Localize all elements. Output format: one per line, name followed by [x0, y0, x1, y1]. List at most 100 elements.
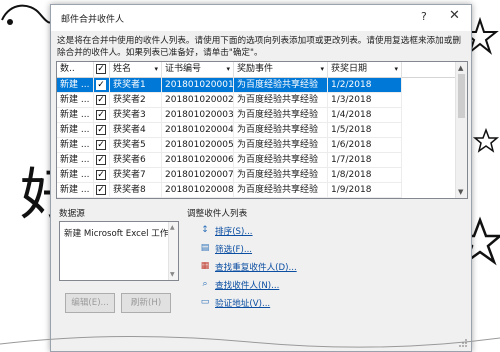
help-button[interactable]: ?	[421, 10, 427, 23]
recipients-table[interactable]: 数.. ✓ 姓名 ▾ 证书编号 ▾ 奖励事件 ▾ 获奖日期 ▾ 新建 ... ✓…	[56, 61, 468, 199]
data-source-list[interactable]: 新建 Microsoft Excel 工作表 ▲ ▼	[59, 221, 179, 281]
link-label[interactable]: 排序(S)...	[215, 225, 253, 237]
column-header-label: 证书编号	[165, 64, 202, 74]
row-checkbox[interactable]: ✓	[96, 125, 106, 135]
table-row[interactable]: 新建 ... ✓ 获奖者3 201801020003 为百度经验共享经验 1/4…	[57, 108, 457, 123]
row-checkbox[interactable]: ✓	[96, 170, 106, 180]
cell-event: 为百度经验共享经验	[234, 183, 328, 198]
cell-date: 1/4/2018	[328, 108, 402, 123]
column-header-checkbox[interactable]: ✓	[94, 62, 110, 78]
decorative-border	[0, 335, 500, 348]
table-row[interactable]: 新建 ... ✓ 获奖者6 201801020006 为百度经验共享经验 1/7…	[57, 153, 457, 168]
column-header-label: 奖励事件	[237, 64, 274, 74]
cell-date: 1/6/2018	[328, 138, 402, 153]
data-source-item[interactable]: 新建 Microsoft Excel 工作表	[64, 227, 168, 239]
cell-name: 获奖者8	[110, 183, 162, 198]
cell-event: 为百度经验共享经验	[234, 108, 328, 123]
chevron-down-icon[interactable]: ▾	[320, 62, 324, 77]
header-checkbox[interactable]: ✓	[96, 64, 106, 74]
scrollbar-thumb[interactable]	[458, 74, 465, 118]
cell-date: 1/8/2018	[328, 168, 402, 183]
table-row[interactable]: 新建 ... ✓ 获奖者8 201801020008 为百度经验共享经验 1/9…	[57, 183, 457, 198]
cell-source: 新建 ...	[57, 153, 94, 168]
column-header-date[interactable]: 获奖日期 ▾	[328, 62, 402, 78]
close-button[interactable]: ✕	[449, 8, 460, 23]
data-source-label: 数据源	[59, 209, 85, 219]
sort-icon: ↕	[201, 225, 209, 235]
table-row[interactable]: 新建 ... ✓ 获奖者5 201801020005 为百度经验共享经验 1/6…	[57, 138, 457, 153]
edit-button[interactable]: 编辑(E)...	[65, 293, 115, 313]
cell-source: 新建 ...	[57, 108, 94, 123]
chevron-down-icon[interactable]: ▾	[394, 62, 398, 77]
column-header-label: 获奖日期	[331, 64, 368, 74]
instructions-text: 这是将在合并中使用的收件人列表。请使用下面的选项向列表添加项或更改列表。请使用复…	[57, 36, 461, 58]
find-recipient-icon: ⌕	[202, 279, 208, 289]
table-vertical-scrollbar[interactable]: ▲ ▼	[455, 62, 467, 198]
cell-name: 获奖者6	[110, 153, 162, 168]
cell-cert: 201801020004	[162, 123, 234, 138]
column-header-cert[interactable]: 证书编号 ▾	[162, 62, 234, 78]
cell-cert: 201801020007	[162, 168, 234, 183]
cell-event: 为百度经验共享经验	[234, 93, 328, 108]
link-label[interactable]: 筛选(F)...	[215, 243, 252, 255]
link-label[interactable]: 查找收件人(N)...	[215, 279, 279, 291]
cell-event: 为百度经验共享经验	[234, 168, 328, 183]
cell-name: 获奖者4	[110, 123, 162, 138]
cell-checkbox: ✓	[94, 153, 110, 168]
refresh-button[interactable]: 刷新(H)	[121, 293, 171, 313]
cell-cert: 201801020005	[162, 138, 234, 153]
row-checkbox[interactable]: ✓	[96, 80, 106, 90]
scroll-up-icon[interactable]: ▲	[170, 224, 175, 231]
find-duplicates-icon: ▦	[200, 261, 210, 271]
cell-source: 新建 ...	[57, 78, 94, 93]
row-checkbox[interactable]: ✓	[96, 140, 106, 150]
cell-checkbox: ✓	[94, 78, 110, 93]
cell-date: 1/3/2018	[328, 93, 402, 108]
cell-cert: 201801020003	[162, 108, 234, 123]
cell-date: 1/7/2018	[328, 153, 402, 168]
column-header-event[interactable]: 奖励事件 ▾	[234, 62, 328, 78]
cell-cert: 201801020008	[162, 183, 234, 198]
chevron-down-icon[interactable]: ▾	[154, 62, 158, 77]
chevron-down-icon[interactable]: ▾	[226, 62, 230, 77]
cell-event: 为百度经验共享经验	[234, 78, 328, 93]
cell-source: 新建 ...	[57, 93, 94, 108]
decorative-swirl	[1, 4, 55, 25]
cell-source: 新建 ...	[57, 138, 94, 153]
data-source-scrollbar[interactable]: ▲ ▼	[168, 222, 178, 280]
cell-event: 为百度经验共享经验	[234, 153, 328, 168]
scroll-down-icon[interactable]: ▼	[458, 188, 463, 196]
cell-name: 获奖者5	[110, 138, 162, 153]
row-checkbox[interactable]: ✓	[96, 110, 106, 120]
column-header-source[interactable]: 数..	[57, 62, 94, 78]
cell-cert: 201801020001	[162, 78, 234, 93]
scroll-down-icon[interactable]: ▼	[170, 271, 175, 278]
scroll-up-icon[interactable]: ▲	[458, 64, 463, 72]
cell-date: 1/9/2018	[328, 183, 402, 198]
table-row[interactable]: 新建 ... ✓ 获奖者4 201801020004 为百度经验共享经验 1/5…	[57, 123, 457, 138]
cell-checkbox: ✓	[94, 183, 110, 198]
table-row[interactable]: 新建 ... ✓ 获奖者2 201801020002 为百度经验共享经验 1/3…	[57, 93, 457, 108]
validate-address-icon: ▭	[200, 297, 210, 307]
refine-list-label: 调整收件人列表	[187, 209, 248, 219]
cell-date: 1/2/2018	[328, 78, 402, 93]
table-row[interactable]: 新建 ... ✓ 获奖者7 201801020007 为百度经验共享经验 1/8…	[57, 168, 457, 183]
cell-name: 获奖者3	[110, 108, 162, 123]
table-row[interactable]: 新建 ... ✓ 获奖者1 201801020001 为百度经验共享经验 1/2…	[57, 78, 457, 93]
row-checkbox[interactable]: ✓	[96, 155, 106, 165]
row-checkbox[interactable]: ✓	[96, 95, 106, 105]
link-label[interactable]: 验证地址(V)...	[215, 297, 270, 309]
cell-checkbox: ✓	[94, 93, 110, 108]
dialog-title: 邮件合并收件人	[61, 15, 125, 25]
link-label[interactable]: 查找重复收件人(D)...	[215, 261, 297, 273]
filter-icon: ▤	[200, 243, 210, 253]
cell-source: 新建 ...	[57, 183, 94, 198]
cell-checkbox: ✓	[94, 123, 110, 138]
row-checkbox[interactable]: ✓	[96, 185, 106, 195]
cell-source: 新建 ...	[57, 168, 94, 183]
column-header-name[interactable]: 姓名 ▾	[110, 62, 162, 78]
cell-cert: 201801020002	[162, 93, 234, 108]
table-header: 数.. ✓ 姓名 ▾ 证书编号 ▾ 奖励事件 ▾ 获奖日期 ▾	[57, 62, 457, 78]
cell-name: 获奖者2	[110, 93, 162, 108]
cell-checkbox: ✓	[94, 108, 110, 123]
